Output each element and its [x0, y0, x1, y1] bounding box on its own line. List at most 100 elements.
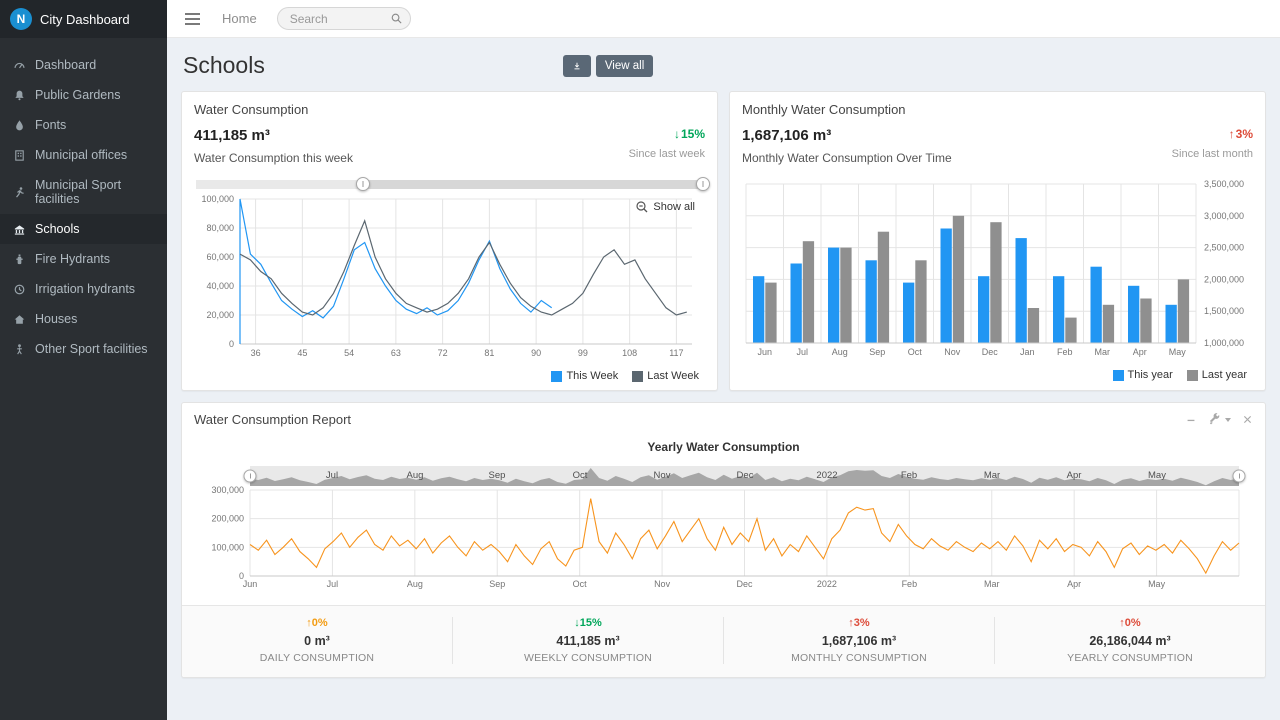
house-icon — [13, 313, 26, 326]
stat-value: 1,687,106 m³ — [724, 634, 994, 648]
slider-selected-range[interactable] — [363, 180, 703, 189]
sidebar-item-municipal-offices[interactable]: Municipal offices — [0, 140, 167, 170]
settings-button[interactable] — [1208, 413, 1231, 426]
sidebar-item-label: Other Sport facilities — [35, 342, 148, 356]
monthly-value: 1,687,106 m³ — [742, 127, 952, 144]
sidebar-item-dashboard[interactable]: Dashboard — [0, 50, 167, 80]
slider-handle-right[interactable] — [696, 177, 710, 191]
valve-icon — [13, 283, 26, 296]
monthly-subtitle: Monthly Water Consumption Over Time — [742, 151, 952, 165]
yearly-chart-title: Yearly Water Consumption — [194, 440, 1253, 454]
svg-text:May: May — [1169, 347, 1187, 357]
svg-text:Jan: Jan — [1020, 347, 1035, 357]
stat-delta: ↓15% — [453, 617, 723, 629]
sidebar-item-fire-hydrants[interactable]: Fire Hydrants — [0, 244, 167, 274]
sidebar-item-municipal-sport-facilities[interactable]: Municipal Sport facilities — [0, 170, 167, 214]
sidebar-item-irrigation-hydrants[interactable]: Irrigation hydrants — [0, 274, 167, 304]
weekly-panel-title: Water Consumption — [194, 102, 705, 117]
svg-text:200,000: 200,000 — [211, 514, 244, 524]
brand[interactable]: N City Dashboard — [0, 0, 167, 38]
runner-icon — [13, 186, 26, 199]
app-title: City Dashboard — [40, 12, 130, 27]
navigator-month-label: Mar — [984, 470, 1000, 481]
caret-down-icon — [1225, 418, 1231, 422]
droplet-icon — [13, 119, 26, 132]
weekly-value: 411,185 m³ — [194, 127, 353, 144]
svg-text:99: 99 — [578, 348, 588, 358]
sidebar-item-label: Houses — [35, 312, 77, 326]
search-icon[interactable] — [390, 12, 403, 25]
sidebar-item-fonts[interactable]: Fonts — [0, 110, 167, 140]
stat-yearly-consumption: ↑0%26,186,044 m³YEARLY CONSUMPTION — [994, 617, 1265, 664]
navigator-handle-right[interactable] — [1233, 470, 1246, 483]
sidebar-item-label: Dashboard — [35, 58, 96, 72]
stat-delta: ↑0% — [995, 617, 1265, 629]
arrow-up-icon: ↑ — [306, 617, 312, 629]
close-button[interactable] — [1242, 414, 1253, 425]
svg-text:45: 45 — [297, 348, 307, 358]
legend-item[interactable]: Last Week — [632, 370, 699, 382]
view-all-button[interactable]: View all — [596, 55, 653, 77]
navigator-month-label: Oct — [573, 470, 588, 481]
svg-text:Nov: Nov — [654, 579, 671, 589]
svg-text:Sep: Sep — [489, 579, 505, 589]
monthly-panel-title: Monthly Water Consumption — [742, 102, 1253, 117]
chart-navigator[interactable]: JulAugSepOctNovDec2022FebMarAprMay — [250, 466, 1239, 486]
menu-toggle-icon[interactable] — [183, 9, 202, 29]
navigator-month-label: Apr — [1067, 470, 1082, 481]
weekly-delta-note: Since last week — [629, 148, 705, 160]
sidebar-item-schools[interactable]: Schools — [0, 214, 167, 244]
svg-text:1,500,000: 1,500,000 — [1204, 306, 1244, 316]
navigator-month-label: Jul — [326, 470, 338, 481]
show-all-button[interactable]: Show all — [633, 198, 697, 216]
show-all-label: Show all — [653, 201, 695, 213]
svg-text:2,000,000: 2,000,000 — [1204, 274, 1244, 284]
svg-text:May: May — [1148, 579, 1166, 589]
sidebar-item-label: Municipal offices — [35, 148, 127, 162]
svg-text:80,000: 80,000 — [206, 223, 234, 233]
weekly-panel: Water Consumption 411,185 m³ Water Consu… — [181, 91, 718, 391]
stat-delta: ↑0% — [182, 617, 452, 629]
slider-handle-left[interactable] — [356, 177, 370, 191]
svg-text:Aug: Aug — [407, 579, 423, 589]
close-icon — [1242, 414, 1253, 425]
stat-weekly-consumption: ↓15%411,185 m³WEEKLY CONSUMPTION — [452, 617, 723, 664]
legend-item[interactable]: This Week — [551, 370, 618, 382]
legend-item[interactable]: This year — [1113, 369, 1173, 381]
svg-text:Apr: Apr — [1133, 347, 1147, 357]
svg-text:Jun: Jun — [243, 579, 258, 589]
download-button[interactable] — [563, 55, 591, 77]
svg-text:117: 117 — [669, 348, 683, 358]
page-title: Schools — [183, 52, 265, 79]
legend-item[interactable]: Last year — [1187, 369, 1247, 381]
monthly-stats: 1,687,106 m³ Monthly Water Consumption O… — [742, 127, 1253, 165]
monthly-delta-note: Since last month — [1172, 148, 1253, 160]
navigator-month-label: Nov — [654, 470, 671, 481]
sidebar-item-public-gardens[interactable]: Public Gardens — [0, 80, 167, 110]
arrow-down-icon: ↓ — [574, 617, 580, 629]
bell-icon — [13, 89, 26, 102]
weekly-delta: ↓15% — [629, 127, 705, 141]
svg-text:100,000: 100,000 — [211, 542, 244, 552]
collapse-button[interactable] — [1185, 414, 1197, 426]
report-tools — [1185, 413, 1253, 426]
home-link[interactable]: Home — [222, 11, 257, 26]
stat-label: YEARLY CONSUMPTION — [995, 652, 1265, 664]
navigator-handle-left[interactable] — [244, 470, 257, 483]
legend-label: This Week — [566, 370, 618, 382]
legend-swatch — [1187, 370, 1198, 381]
school-icon — [13, 223, 26, 236]
weekly-chart-wrap: 020,00040,00060,00080,000100,00036455463… — [194, 194, 705, 365]
main-content: Schools View all Water Consumption 411,1… — [167, 38, 1280, 720]
sidebar-item-houses[interactable]: Houses — [0, 304, 167, 334]
svg-text:20,000: 20,000 — [206, 310, 234, 320]
sidebar-item-other-sport-facilities[interactable]: Other Sport facilities — [0, 334, 167, 364]
report-footer: ↑0%0 m³DAILY CONSUMPTION↓15%411,185 m³WE… — [182, 605, 1265, 677]
svg-text:3,500,000: 3,500,000 — [1204, 179, 1244, 189]
charts-row: Water Consumption 411,185 m³ Water Consu… — [181, 91, 1266, 391]
monthly-chart-wrap: 1,000,0001,500,0002,000,0002,500,0003,00… — [742, 179, 1253, 364]
range-slider[interactable] — [196, 178, 703, 190]
svg-text:81: 81 — [484, 348, 494, 358]
wrench-icon — [1208, 413, 1221, 426]
navigator-month-label: May — [1148, 470, 1166, 481]
